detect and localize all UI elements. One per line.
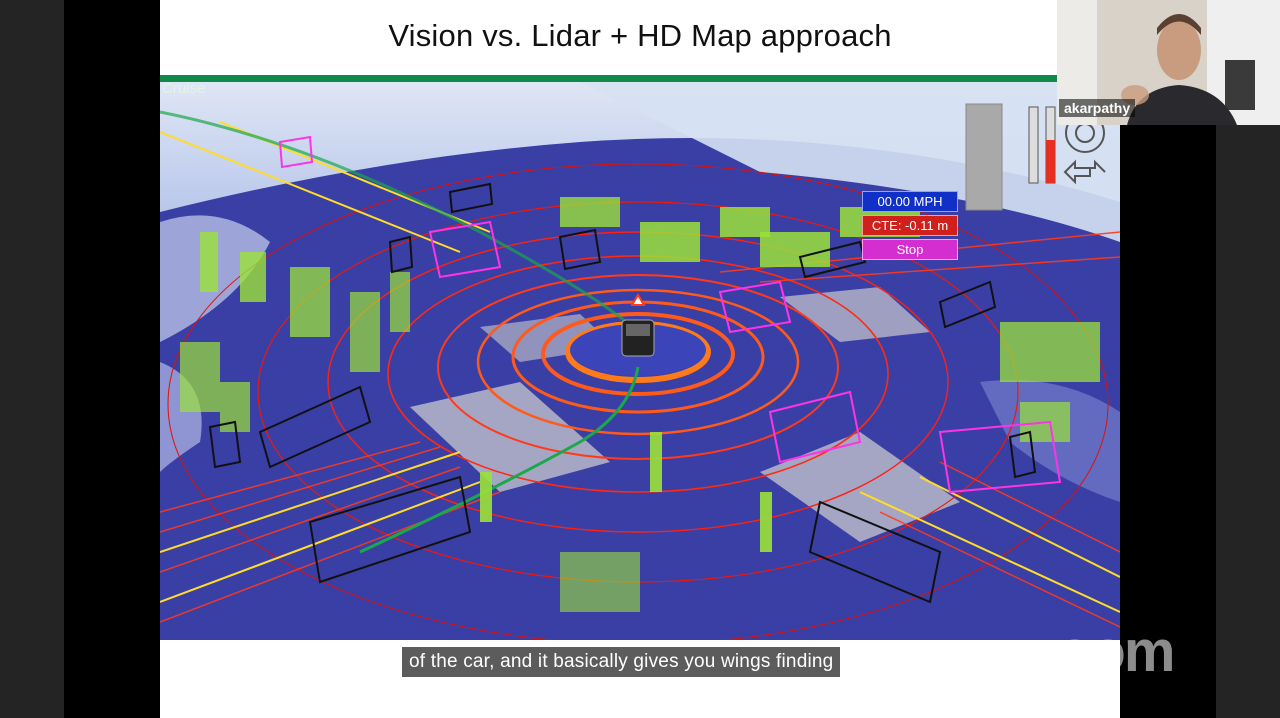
left-panel: [0, 0, 64, 718]
left-letterbox: [64, 0, 160, 718]
right-panel: [1216, 125, 1280, 718]
stop-status: Stop: [862, 239, 958, 260]
cte-readout: CTE: -0.11 m: [862, 215, 958, 236]
speed-readout: 00.00 MPH: [862, 191, 958, 212]
lidar-visualization: [160, 82, 1120, 640]
shared-screen: Vision vs. Lidar + HD Map approach Cruis…: [160, 0, 1120, 718]
hud-grey-panel: [965, 103, 1003, 211]
live-caption: of the car, and it basically gives you w…: [402, 647, 841, 677]
zoom-window: Vision vs. Lidar + HD Map approach Cruis…: [0, 0, 1280, 718]
mode-label: Cruise: [162, 80, 206, 97]
participant-name-label: akarpathy: [1059, 99, 1136, 117]
person-face: [1157, 20, 1201, 80]
slide-title: Vision vs. Lidar + HD Map approach: [388, 18, 892, 53]
zoom-logo: zoom: [1030, 619, 1175, 684]
